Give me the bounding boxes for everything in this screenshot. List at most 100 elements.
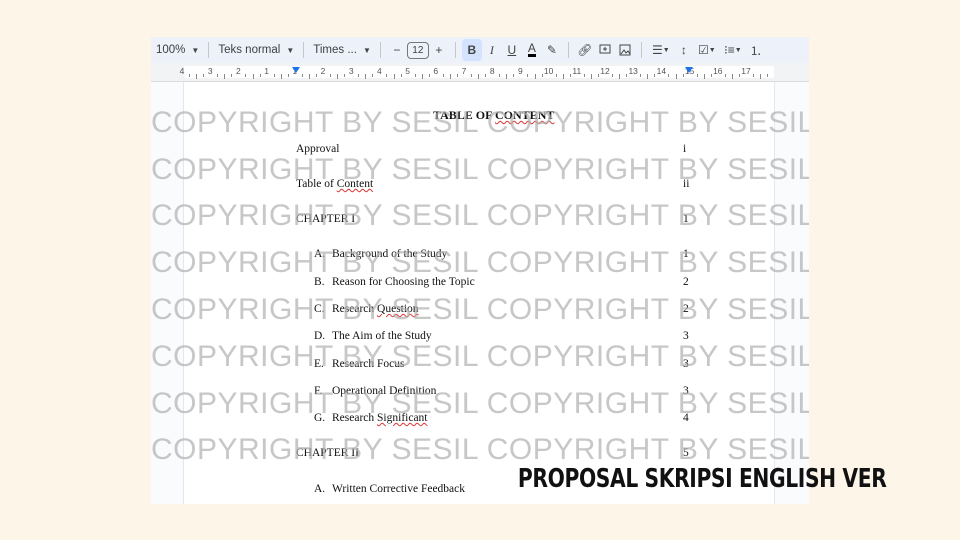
ruler-tick [471, 74, 473, 77]
ruler-label: 2 [320, 66, 326, 76]
ruler[interactable]: 4 3 2 1 1 2 3 4 5 6 7 8 9 10 11 12 13 14 15 16 17 [151, 63, 809, 82]
ruler-tick [738, 74, 740, 77]
ruler-tick [365, 74, 367, 79]
toolbar: 100% ▼ Teks normal ▼ Times ... ▼ − 12 + … [151, 37, 809, 63]
ruler-tick [196, 74, 198, 79]
ruler-label: 13 [628, 66, 638, 76]
ruler-tick [513, 74, 515, 77]
ruler-tick [569, 74, 571, 77]
font-select[interactable]: Times ... ▼ [310, 39, 374, 61]
watermark-text: COPYRIGHT BY SESIL COPYRIGHT BY SESIL [151, 433, 809, 466]
ruler-tick [330, 74, 332, 77]
watermark-text: COPYRIGHT BY SESIL COPYRIGHT BY SESIL [151, 246, 809, 279]
decrease-font-size-button[interactable]: − [387, 39, 407, 61]
toc-item-letter: A. [314, 483, 326, 495]
ruler-tick [386, 74, 388, 77]
ruler-tick [640, 74, 642, 77]
line-spacing-icon[interactable]: ↕ [674, 39, 694, 61]
separator [208, 42, 210, 58]
ruler-tick [590, 74, 592, 79]
paragraph-style-value: Teks normal [218, 44, 281, 56]
watermark-text: COPYRIGHT BY SESIL COPYRIGHT BY SESIL [151, 199, 809, 232]
increase-font-size-button[interactable]: + [429, 39, 449, 61]
ruler-tick [315, 74, 317, 77]
ruler-label: 14 [656, 66, 667, 76]
chevron-down-icon: ▼ [191, 45, 200, 55]
ruler-label: 12 [600, 66, 610, 76]
watermark-text: COPYRIGHT BY SESIL COPYRIGHT BY SESIL [151, 106, 809, 139]
ruler-tick [647, 74, 649, 79]
insert-image-icon[interactable] [615, 39, 635, 61]
ruler-tick [259, 74, 261, 77]
ruler-tick [668, 74, 670, 77]
ruler-label: 9 [518, 66, 523, 76]
ruler-tick [753, 74, 755, 77]
watermark-text: COPYRIGHT BY SESIL COPYRIGHT BY SESIL [151, 153, 809, 186]
ruler-tick [682, 74, 684, 77]
ruler-label: 16 [713, 66, 723, 76]
ruler-label: 3 [207, 66, 213, 76]
zoom-select[interactable]: 100% ▼ [153, 39, 202, 61]
ruler-tick [400, 74, 402, 77]
ruler-tick [527, 74, 529, 77]
checklist-icon[interactable]: ☑ ▼ [694, 39, 720, 61]
watermark-text: COPYRIGHT BY SESIL COPYRIGHT BY SESIL [151, 387, 809, 420]
indent-marker-icon[interactable] [292, 67, 300, 73]
ruler-tick [189, 74, 191, 77]
ruler-label: 1 [264, 66, 269, 76]
ruler-tick [449, 74, 451, 79]
underline-button[interactable]: U [502, 39, 522, 61]
ruler-tick [583, 74, 585, 77]
ruler-label: 4 [377, 66, 382, 76]
font-size-input[interactable]: 12 [406, 41, 429, 59]
ruler-tick [485, 74, 487, 77]
ruler-tick [506, 74, 508, 79]
numbered-list-icon[interactable]: ⒈ [746, 39, 766, 61]
ruler-label: 17 [741, 66, 751, 76]
text-color-icon: A [527, 41, 536, 57]
ruler-tick [612, 74, 614, 77]
ruler-tick [442, 74, 444, 77]
ruler-tick [767, 74, 769, 77]
right-indent-marker-icon[interactable] [685, 67, 693, 73]
separator [454, 42, 456, 58]
ruler-tick [203, 74, 205, 77]
bulleted-list-icon[interactable]: ⁝≡ ▼ [720, 39, 746, 61]
italic-button[interactable]: I [482, 39, 502, 61]
text-color-button[interactable]: A [522, 39, 542, 61]
ruler-tick [308, 74, 310, 79]
chevron-down-icon: ▼ [362, 45, 371, 55]
chevron-down-icon: ▼ [286, 45, 295, 55]
ruler-tick [710, 74, 712, 77]
highlight-icon[interactable]: ✎ [542, 39, 562, 61]
ruler-tick [478, 74, 480, 79]
ruler-tick [344, 74, 346, 77]
ruler-tick [428, 74, 430, 77]
add-comment-icon[interactable] [595, 39, 615, 61]
ruler-tick [358, 74, 360, 77]
ruler-tick [696, 74, 698, 77]
ruler-tick [372, 74, 374, 77]
ruler-tick [252, 74, 254, 79]
bold-button[interactable]: B [461, 39, 482, 61]
link-icon[interactable]: 🔗︎ [575, 39, 595, 61]
ruler-tick [731, 74, 733, 79]
ruler-tick [619, 74, 621, 79]
paragraph-style-select[interactable]: Teks normal ▼ [215, 39, 297, 61]
ruler-label: 3 [348, 66, 354, 76]
ruler-label: 6 [433, 66, 439, 76]
ruler-tick [217, 74, 219, 77]
ruler-label: 2 [236, 66, 241, 76]
ruler-tick [541, 74, 543, 77]
ruler-label: 5 [405, 66, 410, 76]
ruler-tick [626, 74, 628, 77]
ruler-tick [456, 74, 458, 77]
ruler-tick [534, 74, 536, 79]
ruler-tick [231, 74, 233, 77]
align-icon[interactable]: ☰ ▼ [648, 39, 674, 61]
ruler-tick [245, 74, 247, 77]
ruler-label: 10 [543, 66, 554, 76]
ruler-tick [724, 74, 726, 77]
ruler-tick [414, 74, 416, 77]
ruler-tick [760, 74, 762, 79]
